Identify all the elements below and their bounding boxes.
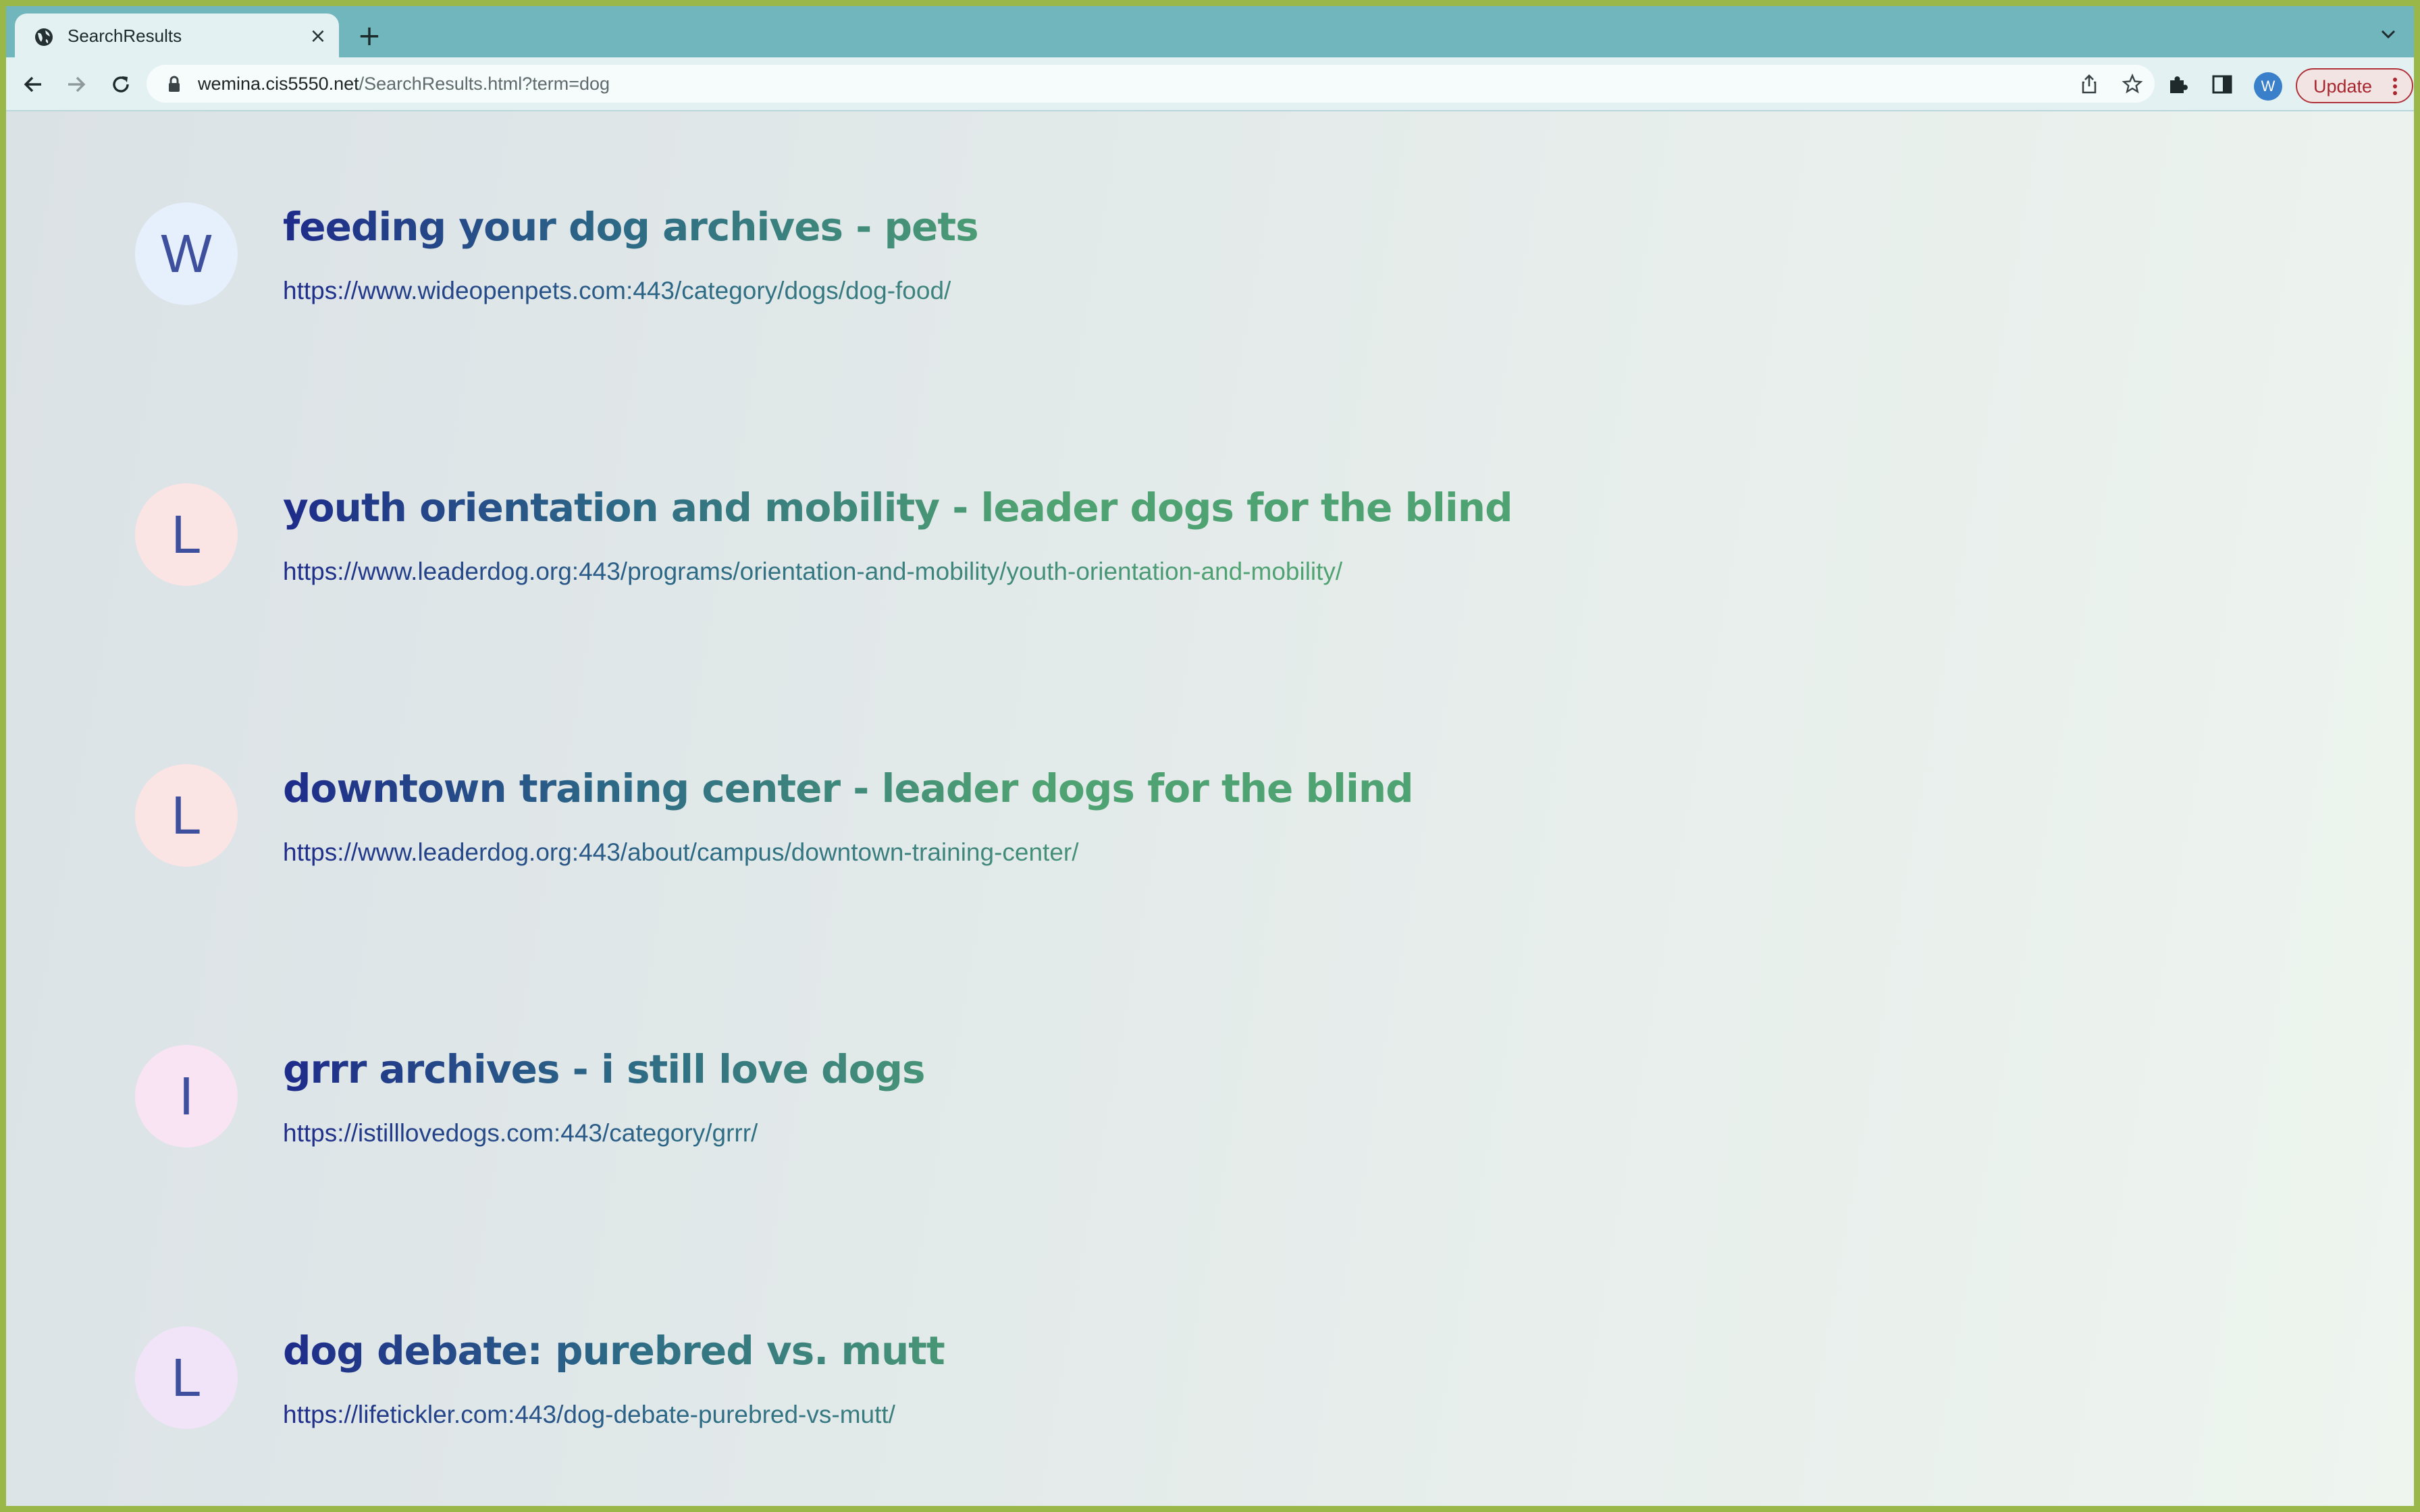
result-letter-avatar: W (135, 202, 238, 305)
result-item: W feeding your dog archives - pets https… (6, 202, 2414, 405)
browser-toolbar: wemina.cis5550.net/SearchResults.html?te… (6, 57, 2414, 111)
globe-icon (35, 28, 53, 46)
result-url[interactable]: https://istilllovedogs.com:443/category/… (283, 1119, 758, 1148)
new-tab-button[interactable]: + (353, 20, 386, 53)
result-item: L downtown training center - leader dogs… (6, 764, 2414, 967)
result-item: L youth orientation and mobility - leade… (6, 483, 2414, 686)
result-title[interactable]: feeding your dog archives - pets (283, 204, 979, 250)
profile-avatar[interactable]: W (2254, 72, 2282, 101)
share-icon[interactable] (2078, 73, 2101, 96)
update-label: Update (2313, 76, 2373, 97)
search-results-page: W feeding your dog archives - pets https… (6, 111, 2414, 1506)
result-url[interactable]: https://lifetickler.com:443/dog-debate-p… (283, 1401, 895, 1429)
close-tab-icon[interactable]: × (307, 25, 330, 48)
result-item: I grrr archives - i still love dogs http… (6, 1045, 2414, 1247)
reload-icon[interactable] (106, 70, 136, 99)
result-item: L dog debate: purebred vs. mutt https://… (6, 1326, 2414, 1506)
more-vertical-icon (2393, 78, 2397, 95)
tab-strip: SearchResults × + (6, 6, 2414, 57)
forward-arrow-icon[interactable] (61, 70, 91, 99)
star-icon[interactable] (2121, 73, 2144, 96)
result-url[interactable]: https://www.leaderdog.org:443/programs/o… (283, 558, 1342, 586)
side-panel-icon[interactable] (2209, 71, 2236, 98)
result-letter-avatar: I (135, 1045, 238, 1148)
back-arrow-icon[interactable] (18, 70, 48, 99)
url-text[interactable]: wemina.cis5550.net/SearchResults.html?te… (198, 74, 610, 94)
result-title[interactable]: grrr archives - i still love dogs (283, 1046, 926, 1092)
result-letter-avatar: L (135, 483, 238, 586)
url-path: /SearchResults.html?term=dog (359, 74, 610, 94)
url-host: wemina.cis5550.net (198, 74, 359, 94)
result-url[interactable]: https://www.leaderdog.org:443/about/camp… (283, 838, 1079, 867)
result-title[interactable]: youth orientation and mobility - leader … (283, 485, 1513, 531)
result-letter-avatar: L (135, 764, 238, 867)
update-button[interactable]: Update (2296, 68, 2413, 103)
puzzle-icon[interactable] (2165, 71, 2192, 98)
tab-title: SearchResults (68, 26, 182, 46)
result-letter-avatar: L (135, 1326, 238, 1429)
chevron-down-icon[interactable] (2375, 21, 2402, 48)
address-bar[interactable]: wemina.cis5550.net/SearchResults.html?te… (147, 65, 2155, 103)
active-tab[interactable]: SearchResults × (15, 14, 339, 57)
result-title[interactable]: downtown training center - leader dogs f… (283, 765, 1414, 811)
browser-window: SearchResults × + wemina.cis5550.net/Sea… (6, 6, 2414, 1506)
result-title[interactable]: dog debate: purebred vs. mutt (283, 1328, 945, 1374)
lock-icon[interactable] (165, 75, 183, 94)
result-url[interactable]: https://www.wideopenpets.com:443/categor… (283, 277, 951, 305)
